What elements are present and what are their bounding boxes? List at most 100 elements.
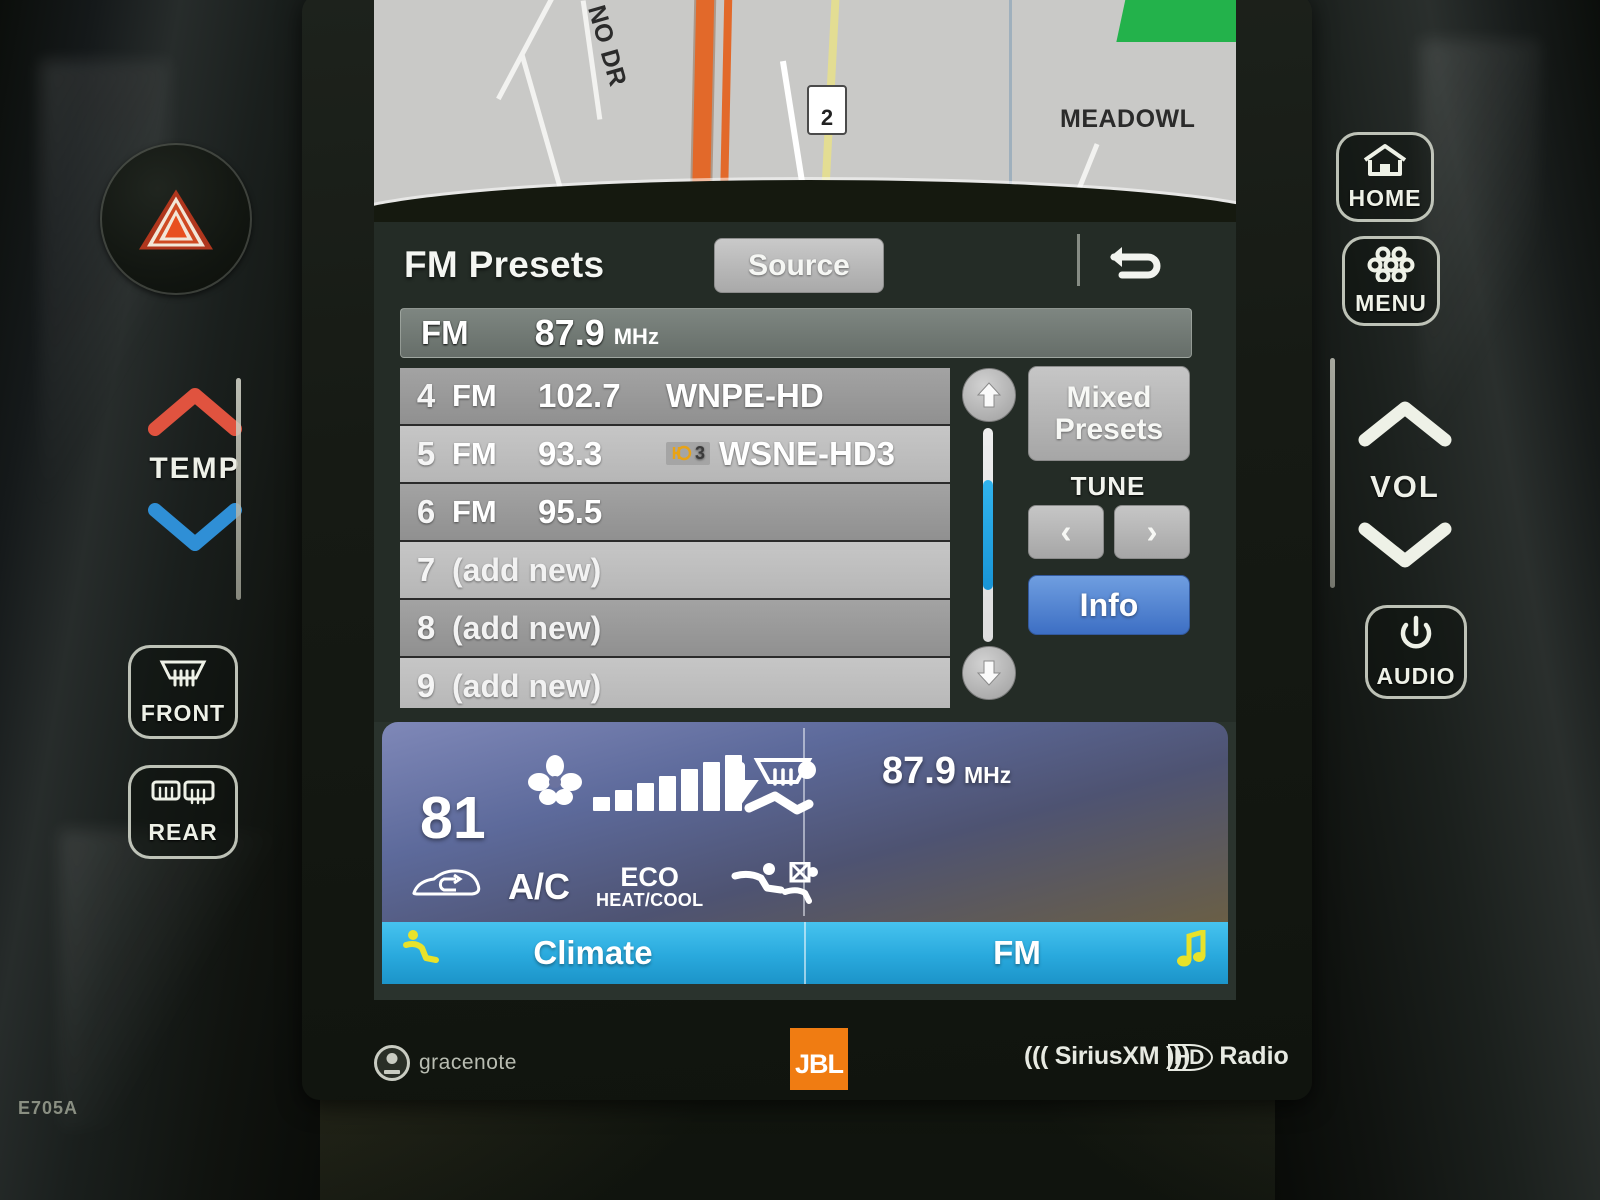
audio-power-button[interactable]: AUDIO xyxy=(1365,605,1467,699)
preset-row[interactable]: 8 (add new) xyxy=(400,600,950,658)
audio-frequency-value: 87.9 xyxy=(882,750,956,792)
fan-speed-indicator xyxy=(527,754,742,811)
audio-label: AUDIO xyxy=(1376,662,1456,689)
scroll-up-arrow-icon xyxy=(976,382,1002,408)
apps-dots-icon xyxy=(1365,246,1417,287)
menu-label: MENU xyxy=(1355,289,1427,316)
chevron-right-icon: › xyxy=(1146,513,1158,550)
preset-number: 8 xyxy=(416,609,436,646)
preset-add-new-label: (add new) xyxy=(452,609,602,646)
map-road xyxy=(496,0,557,101)
seat-airflow-icon xyxy=(729,861,827,911)
tab-climate-label: Climate xyxy=(533,934,653,971)
volume-up-button[interactable] xyxy=(1340,398,1470,455)
gracenote-icon xyxy=(374,1045,410,1081)
preset-frequency: 93.3 xyxy=(538,435,603,472)
radio-header: FM Presets Source xyxy=(374,222,1236,300)
defrost-rear-label: REAR xyxy=(148,818,218,845)
hd-channel-number: 3 xyxy=(695,442,706,463)
eco-line2: HEAT/COOL xyxy=(596,890,704,910)
defrost-front-label: FRONT xyxy=(140,699,226,726)
preset-station-name: 3 WSNE-HD3 xyxy=(666,435,895,473)
mixed-presets-line1: Mixed xyxy=(1066,381,1152,415)
back-arrow-icon[interactable] xyxy=(1104,238,1166,289)
preset-number: 9 xyxy=(416,667,436,704)
defrost-front-button[interactable]: FRONT xyxy=(128,645,238,739)
volume-slider-track[interactable] xyxy=(1330,358,1335,588)
preset-band: FM xyxy=(452,378,497,413)
preset-row[interactable]: 5 FM 93.3 3 WSNE-HD3 xyxy=(400,426,950,484)
air-recirculation-icon xyxy=(410,867,482,906)
preset-number: 7 xyxy=(416,551,436,588)
eco-heat-cool-label: ECO HEAT/COOL xyxy=(596,862,704,910)
tab-fm[interactable]: FM xyxy=(804,922,1228,984)
preset-add-new-label: (add new) xyxy=(452,551,602,588)
source-button[interactable]: Source xyxy=(714,238,884,293)
defrost-and-face-airflow-icon xyxy=(723,756,819,833)
fan-speed-bar xyxy=(659,776,676,811)
preset-row[interactable]: 6 FM 95.5 xyxy=(400,484,950,542)
map-route-shield: 2 xyxy=(807,85,847,135)
mixed-presets-button[interactable]: Mixed Presets xyxy=(1028,366,1190,461)
defrost-rear-button[interactable]: REAR xyxy=(128,765,238,859)
tab-climate[interactable]: Climate xyxy=(382,922,804,984)
preset-number: 5 xyxy=(416,435,436,472)
map-bottom-edge xyxy=(374,180,1236,222)
fan-speed-bar xyxy=(703,762,720,811)
preset-row[interactable]: 7 (add new) xyxy=(400,542,950,600)
home-button[interactable]: HOME xyxy=(1336,132,1434,222)
touchscreen-display[interactable]: 2 NO DR MEADOWL FM Presets Source FM 87.… xyxy=(374,0,1236,1000)
tune-label: TUNE xyxy=(1070,471,1146,501)
preset-list[interactable]: 4 FM 102.7 WNPE-HD 5 FM 93.3 3 WSNE-HD3 6 FM 95.5 7 (… xyxy=(400,368,950,708)
volume-control-group: VOL xyxy=(1340,398,1470,576)
hd-radio-label: Radio xyxy=(1219,1042,1289,1070)
tune-next-button[interactable]: › xyxy=(1114,505,1190,559)
status-panels: 81 A/C ECO HEAT/COOL 87.9 MHz xyxy=(382,722,1228,922)
scroll-down-button[interactable] xyxy=(962,646,1016,700)
jbl-logo: JBL xyxy=(790,1028,848,1090)
hazard-button[interactable] xyxy=(100,143,252,295)
preset-add-new-label: (add new) xyxy=(452,667,602,704)
temp-slider-track[interactable] xyxy=(236,378,241,600)
preset-scrollbar-track[interactable] xyxy=(983,428,993,642)
map-park-area xyxy=(1116,0,1236,42)
info-button[interactable]: Info xyxy=(1028,575,1190,635)
house-icon xyxy=(1361,143,1409,182)
ac-label: A/C xyxy=(508,865,570,907)
climate-feature-row: A/C ECO HEAT/COOL xyxy=(410,861,827,911)
scroll-down-arrow-icon xyxy=(976,660,1002,686)
rear-defrost-icon xyxy=(151,779,215,816)
scroll-up-button[interactable] xyxy=(962,368,1016,422)
preset-row[interactable]: 9 (add new) xyxy=(400,658,950,708)
eco-line1: ECO xyxy=(620,862,679,892)
power-icon xyxy=(1396,615,1436,660)
jbl-label: JBL xyxy=(794,1049,844,1079)
tune-prev-button[interactable]: ‹ xyxy=(1028,505,1104,559)
source-label: Source xyxy=(748,248,850,282)
preset-frequency: 95.5 xyxy=(538,493,603,530)
preset-number: 6 xyxy=(416,493,436,530)
preset-band: FM xyxy=(452,436,497,471)
fan-speed-bar xyxy=(593,797,610,811)
preset-station-name: WNPE-HD xyxy=(666,377,824,414)
preset-row[interactable]: 4 FM 102.7 WNPE-HD xyxy=(400,368,950,426)
preset-frequency: 102.7 xyxy=(538,377,621,414)
gracenote-label: gracenote xyxy=(419,1051,517,1074)
volume-down-button[interactable] xyxy=(1340,519,1470,576)
navigation-map[interactable]: 2 NO DR MEADOWL xyxy=(374,0,1236,222)
bezel-branding: gracenote JBL ((( SiriusXM ))) HD Radio xyxy=(302,1020,1312,1100)
menu-button[interactable]: MENU xyxy=(1342,236,1440,326)
hd-radio-logo: HD Radio xyxy=(1168,1042,1289,1071)
current-station-bar: FM 87.9 MHz xyxy=(400,308,1192,358)
map-route-number: 2 xyxy=(820,105,834,130)
bottom-status-area: 81 A/C ECO HEAT/COOL 87.9 MHz Climate FM xyxy=(374,722,1236,1000)
audio-frequency-display: 87.9 MHz xyxy=(882,750,1011,793)
header-divider xyxy=(1077,234,1080,286)
fan-icon xyxy=(527,754,583,811)
preset-scrollbar-thumb[interactable] xyxy=(983,480,993,590)
current-band: FM xyxy=(421,314,469,351)
preset-band: FM xyxy=(452,494,497,529)
current-frequency-unit: MHz xyxy=(613,324,659,349)
hd-radio-badge-icon: 3 xyxy=(666,441,711,465)
mixed-presets-line2: Presets xyxy=(1054,412,1164,446)
